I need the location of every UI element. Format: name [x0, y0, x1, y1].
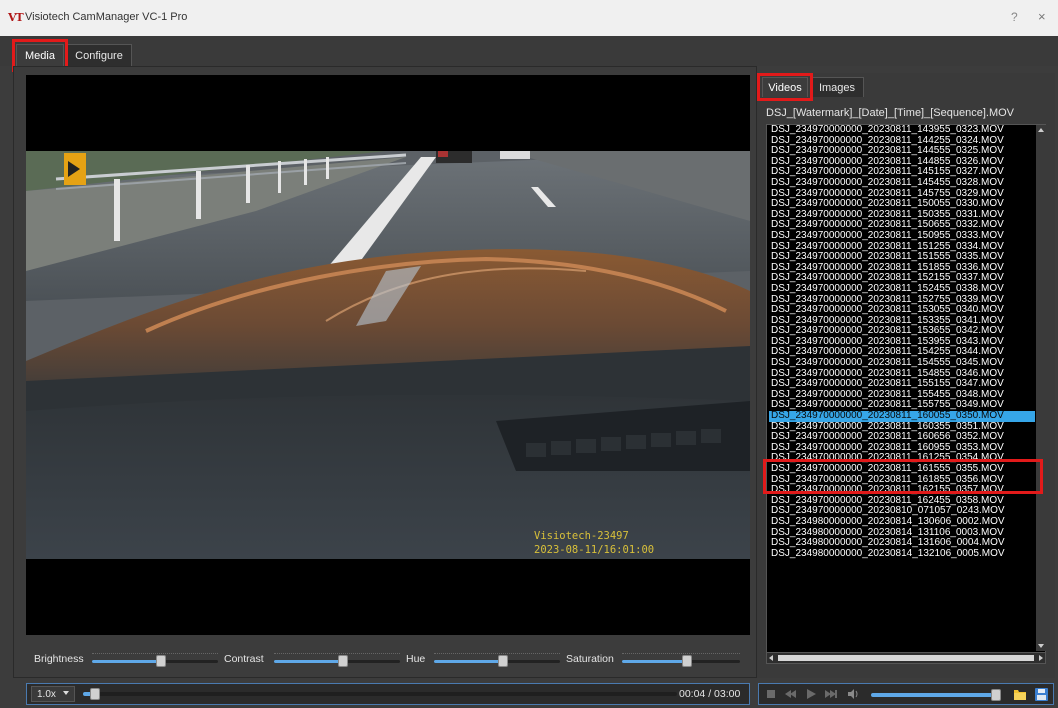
- file-list-item[interactable]: DSJ_234970000000_20230811_152155_0337.MO…: [769, 273, 1035, 284]
- file-list-item[interactable]: DSJ_234970000000_20230811_151855_0336.MO…: [769, 263, 1035, 274]
- hue-slider[interactable]: [434, 651, 560, 669]
- tab-images[interactable]: Images: [810, 77, 864, 97]
- scroll-up-icon[interactable]: [1038, 128, 1044, 132]
- tab-media[interactable]: Media: [16, 44, 64, 66]
- file-list-item[interactable]: DSJ_234980000000_20230814_131606_0004.MO…: [769, 538, 1035, 549]
- selected-file-item[interactable]: DSJ_234970000000_20230811_160055_0350.MO…: [769, 411, 1035, 422]
- file-list-item[interactable]: DSJ_234970000000_20230811_155155_0347.MO…: [769, 379, 1035, 390]
- scroll-right-icon[interactable]: [1039, 655, 1043, 661]
- file-list-item[interactable]: DSJ_234970000000_20230811_151555_0335.MO…: [769, 252, 1035, 263]
- play-icon[interactable]: [805, 688, 817, 700]
- brightness-label: Brightness: [34, 653, 84, 665]
- file-list-item[interactable]: DSJ_234970000000_20230811_154255_0344.MO…: [769, 347, 1035, 358]
- file-list-item[interactable]: DSJ_234970000000_20230811_153355_0341.MO…: [769, 316, 1035, 327]
- scroll-down-icon[interactable]: [1038, 644, 1044, 648]
- title-bar: VT Visiotech CamManager VC-1 Pro ? ×: [0, 0, 1058, 36]
- contrast-label: Contrast: [224, 653, 264, 665]
- file-list-item[interactable]: DSJ_234970000000_20230811_150955_0333.MO…: [769, 231, 1035, 242]
- file-list-item[interactable]: DSJ_234970000000_20230811_151255_0334.MO…: [769, 242, 1035, 253]
- file-list-item[interactable]: DSJ_234970000000_20230811_152755_0339.MO…: [769, 295, 1035, 306]
- horizontal-scroll-thumb[interactable]: [778, 655, 1034, 661]
- file-list-item[interactable]: DSJ_234980000000_20230814_132106_0005.MO…: [769, 549, 1035, 560]
- file-list-item[interactable]: DSJ_234970000000_20230811_153955_0343.MO…: [769, 337, 1035, 348]
- file-list-item[interactable]: DSJ_234970000000_20230811_150055_0330.MO…: [769, 199, 1035, 210]
- filename-pattern: DSJ_[Watermark]_[Date]_[Time]_[Sequence]…: [766, 107, 1014, 119]
- video-file-list[interactable]: DSJ_234970000000_20230811_143955_0323.MO…: [766, 124, 1046, 656]
- dropdown-caret-icon: [63, 691, 69, 695]
- folder-icon[interactable]: [1013, 688, 1027, 701]
- scroll-left-icon[interactable]: [769, 655, 773, 661]
- file-list-vertical-scrollbar[interactable]: [1036, 125, 1046, 651]
- file-list-item[interactable]: DSJ_234970000000_20230811_154555_0345.MO…: [769, 358, 1035, 369]
- file-list-item[interactable]: DSJ_234980000000_20230814_131106_0003.MO…: [769, 528, 1035, 539]
- timecode: 00:04 / 03:00: [679, 688, 741, 700]
- file-list-item[interactable]: DSJ_234970000000_20230811_160355_0351.MO…: [769, 422, 1035, 433]
- file-list-item[interactable]: DSJ_234970000000_20230811_153655_0342.MO…: [769, 326, 1035, 337]
- player-controls: [758, 683, 1054, 705]
- playback-bar: 1.0x 00:04 / 03:00: [26, 683, 750, 705]
- volume-icon[interactable]: [847, 688, 859, 700]
- file-list-item[interactable]: DSJ_234980000000_20230814_130606_0002.MO…: [769, 517, 1035, 528]
- hue-label: Hue: [406, 653, 426, 665]
- saturation-label: Saturation: [566, 653, 614, 665]
- tab-configure[interactable]: Configure: [66, 44, 132, 66]
- help-button[interactable]: ?: [1011, 10, 1018, 24]
- video-watermark: Visiotech-23497 2023-08-11/16:01:00: [534, 529, 654, 557]
- file-list-item[interactable]: DSJ_234970000000_20230811_161555_0355.MO…: [769, 464, 1035, 475]
- speed-value: 1.0x: [37, 688, 56, 700]
- image-adjustments: Brightness Contrast Hue Saturation: [26, 645, 750, 675]
- file-list-item[interactable]: DSJ_234970000000_20230811_144255_0324.MO…: [769, 136, 1035, 147]
- file-list-item[interactable]: DSJ_234970000000_20230811_145155_0327.MO…: [769, 167, 1035, 178]
- file-list-horizontal-scrollbar[interactable]: [766, 652, 1046, 664]
- file-list-item[interactable]: DSJ_234970000000_20230811_145455_0328.MO…: [769, 178, 1035, 189]
- file-list-item[interactable]: DSJ_234970000000_20230811_161255_0354.MO…: [769, 453, 1035, 464]
- watermark-camera-id: Visiotech-23497: [534, 530, 629, 542]
- file-list-item[interactable]: DSJ_234970000000_20230811_143955_0323.MO…: [769, 125, 1035, 136]
- contrast-slider[interactable]: [274, 651, 400, 669]
- file-list-item[interactable]: DSJ_234970000000_20230811_162155_0357.MO…: [769, 485, 1035, 496]
- dashcam-scene: [26, 151, 750, 559]
- file-list-item[interactable]: DSJ_234970000000_20230811_162455_0358.MO…: [769, 496, 1035, 507]
- seek-slider[interactable]: [83, 688, 677, 700]
- file-list-item[interactable]: DSJ_234970000000_20230811_160955_0353.MO…: [769, 443, 1035, 454]
- file-list-item[interactable]: DSJ_234970000000_20230811_144555_0325.MO…: [769, 146, 1035, 157]
- stop-icon[interactable]: [765, 688, 777, 700]
- window-title: Visiotech CamManager VC-1 Pro: [25, 11, 188, 23]
- file-list-item[interactable]: DSJ_234970000000_20230810_071057_0243.MO…: [769, 506, 1035, 517]
- next-icon[interactable]: [825, 688, 837, 700]
- previous-icon[interactable]: [785, 688, 797, 700]
- video-frame: [26, 151, 750, 559]
- speed-dropdown[interactable]: 1.0x: [31, 686, 75, 702]
- video-player[interactable]: Visiotech-23497 2023-08-11/16:01:00: [26, 75, 750, 635]
- main-tab-bar: [0, 36, 1058, 66]
- saturation-slider[interactable]: [622, 651, 740, 669]
- brightness-slider[interactable]: [92, 651, 218, 669]
- app-logo-icon: VT: [8, 11, 24, 24]
- file-list-item[interactable]: DSJ_234970000000_20230811_150655_0332.MO…: [769, 220, 1035, 231]
- file-list-item[interactable]: DSJ_234970000000_20230811_150355_0331.MO…: [769, 210, 1035, 221]
- file-list-item[interactable]: DSJ_234970000000_20230811_152455_0338.MO…: [769, 284, 1035, 295]
- volume-slider[interactable]: [871, 689, 1001, 701]
- watermark-datetime: 2023-08-11/16:01:00: [534, 544, 655, 556]
- file-list-item[interactable]: DSJ_234970000000_20230811_155755_0349.MO…: [769, 400, 1035, 411]
- save-icon[interactable]: [1035, 688, 1048, 701]
- file-list-item[interactable]: DSJ_234970000000_20230811_155455_0348.MO…: [769, 390, 1035, 401]
- file-list-item[interactable]: DSJ_234970000000_20230811_161855_0356.MO…: [769, 475, 1035, 486]
- close-button[interactable]: ×: [1038, 9, 1046, 24]
- file-list-item[interactable]: DSJ_234970000000_20230811_145755_0329.MO…: [769, 189, 1035, 200]
- file-list-item[interactable]: DSJ_234970000000_20230811_144855_0326.MO…: [769, 157, 1035, 168]
- file-list-item[interactable]: DSJ_234970000000_20230811_153055_0340.MO…: [769, 305, 1035, 316]
- file-list-item[interactable]: DSJ_234970000000_20230811_154855_0346.MO…: [769, 369, 1035, 380]
- file-list-item[interactable]: DSJ_234970000000_20230811_160656_0352.MO…: [769, 432, 1035, 443]
- tab-videos[interactable]: Videos: [762, 77, 808, 97]
